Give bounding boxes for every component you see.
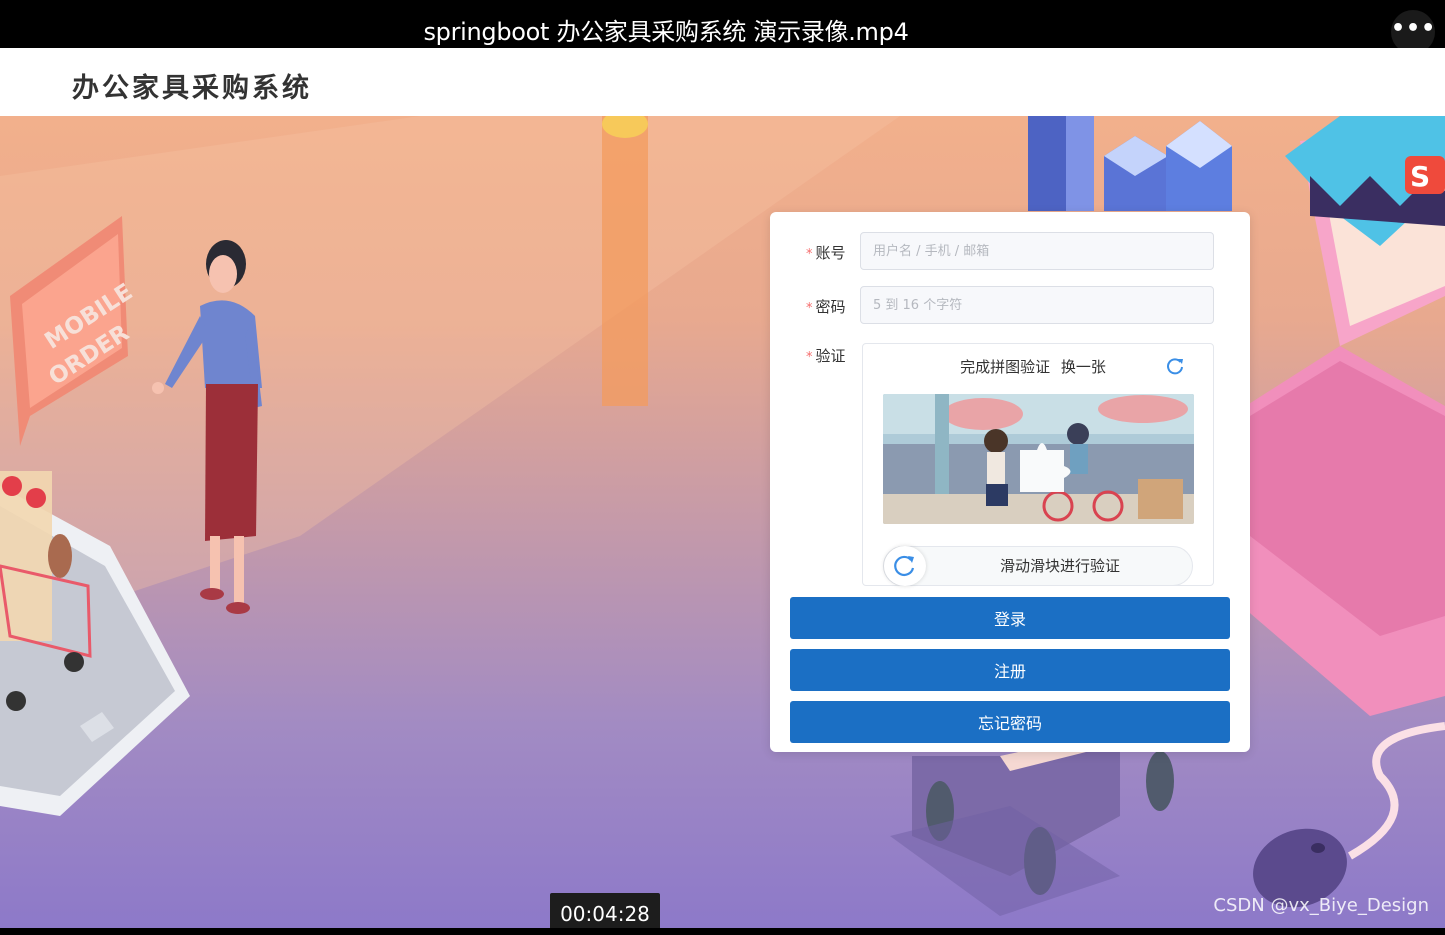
slider-hint: 滑动滑块进行验证 — [999, 557, 1120, 575]
password-label: * 密码 — [806, 296, 850, 317]
password-label-text: 密码 — [815, 298, 846, 316]
puzzle-captcha: 完成拼图验证 换一张 滑动滑块进行验证 — [862, 343, 1214, 586]
puzzle-picture — [883, 394, 1194, 524]
puzzle-image — [883, 394, 1194, 524]
captcha-header: 完成拼图验证 换一张 — [863, 356, 1203, 377]
app-header: 办公家具采购系统 — [0, 48, 1445, 116]
login-form-card: *账号 *密码 *验证 完成拼图验证 换一张 — [770, 212, 1250, 752]
captcha-change-link[interactable]: 换一张 — [1061, 358, 1106, 376]
video-title: springboot 办公家具采购系统 演示录像.mp4 — [423, 18, 909, 46]
cart-illustration — [890, 728, 1174, 916]
account-label-text: 账号 — [815, 244, 846, 262]
svg-text:S: S — [1410, 160, 1430, 193]
slider-track: 滑动滑块进行验证 — [883, 546, 1193, 586]
captcha-prompt: 完成拼图验证 — [960, 358, 1051, 376]
video-title-bar: springboot 办公家具采购系统 演示录像.mp4 ••• — [0, 0, 1445, 54]
account-label: * 账号 — [806, 242, 850, 263]
forgot-password-button[interactable]: 忘记密码 — [790, 701, 1230, 743]
slider-handle[interactable] — [884, 546, 926, 586]
required-mark: * — [806, 247, 813, 262]
account-input[interactable] — [860, 232, 1214, 270]
laptop-illustration: S — [1230, 116, 1445, 716]
login-button[interactable]: 登录 — [790, 597, 1230, 639]
refresh-icon[interactable] — [1165, 356, 1185, 376]
csdn-watermark: CSDN @vx_Biye_Design — [1213, 895, 1429, 916]
required-mark: * — [806, 301, 813, 316]
app-title: 办公家具采购系统 — [72, 73, 312, 104]
mouse-illustration — [1253, 722, 1445, 908]
verify-label-text: 验证 — [815, 347, 846, 365]
video-timestamp: 00:04:28 — [550, 893, 660, 928]
slider-refresh-icon — [894, 555, 915, 577]
required-mark: * — [806, 350, 813, 365]
password-input[interactable] — [860, 286, 1214, 324]
verify-label: * 验证 — [806, 345, 850, 366]
register-button[interactable]: 注册 — [790, 649, 1230, 691]
